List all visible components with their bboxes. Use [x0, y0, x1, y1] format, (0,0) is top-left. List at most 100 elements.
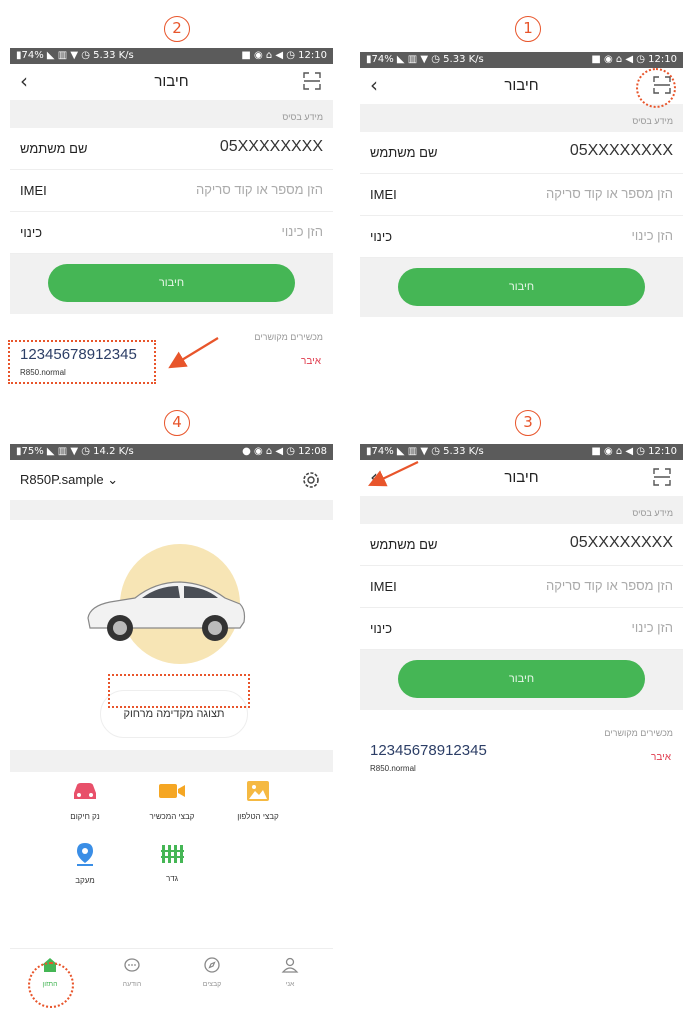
status-left: ▮74% ◣ ▥ ▼ ◷ 5.33 K/s [366, 54, 484, 65]
highlight-scan-circle [636, 68, 676, 108]
imei-row: IMEI הזן מספר או קוד סריקה [360, 174, 683, 216]
step-number-4: 4 [164, 410, 190, 436]
remove-device-button[interactable]: איבר [301, 356, 321, 367]
panel-step-3: ▮74% ◣ ▥ ▼ ◷ 5.33 K/s ■ ◉ ⌂ ◀ ◷ 12:10 ‹ … [360, 444, 683, 804]
username-label: שם משתמש [20, 141, 88, 156]
button-area: חיבור [360, 650, 683, 710]
nickname-input[interactable]: הזן כינוי [632, 620, 673, 635]
imei-input[interactable]: הזן מספר או קוד סריקה [546, 578, 673, 593]
function-parking[interactable]: נק חיקום [45, 779, 125, 821]
page-title: חיבור [504, 77, 539, 94]
remove-device-button[interactable]: איבר [651, 752, 671, 763]
home-header: R850P.sample ⌄ [10, 460, 333, 500]
step-number-2: 2 [164, 16, 190, 42]
nav-bar: ‹ חיבור [360, 68, 683, 104]
video-icon [159, 784, 185, 798]
nickname-row: כינוי הזן כינוי [360, 216, 683, 258]
button-area: חיבור [10, 254, 333, 314]
highlight-home-tab-circle [28, 962, 74, 1008]
car-display [10, 520, 333, 690]
tab-label: הודעה [122, 981, 142, 988]
imei-label: IMEI [20, 183, 47, 198]
linked-devices-label: מכשירים מקושרים [604, 728, 673, 738]
tab-message[interactable]: הודעה [102, 957, 162, 988]
fence-icon [161, 845, 184, 863]
device-model: R850.normal [370, 764, 416, 773]
device-id: 12345678912345 [370, 742, 487, 759]
tab-files[interactable]: קבצים [182, 957, 242, 988]
nickname-input[interactable]: הזן כינוי [282, 224, 323, 239]
car-image [87, 581, 246, 641]
highlight-preview-box [108, 674, 250, 708]
status-left: ▮74% ◣ ▥ ▼ ◷ 5.33 K/s [366, 446, 484, 457]
function-tracking[interactable]: מעקב [45, 841, 125, 885]
imei-input[interactable]: הזן מספר או קוד סריקה [546, 186, 673, 201]
function-label: קבצי המכשיר [149, 812, 195, 821]
connect-button[interactable]: חיבור [48, 264, 295, 302]
message-icon [124, 958, 140, 972]
username-value[interactable]: 05XXXXXXXX [570, 142, 673, 160]
username-row: שם משתמש 05XXXXXXXX [360, 132, 683, 174]
gear-icon[interactable] [301, 470, 321, 490]
username-value[interactable]: 05XXXXXXXX [220, 138, 323, 156]
nickname-label: כינוי [370, 229, 393, 244]
function-label: מעקב [75, 876, 95, 885]
image-icon [247, 781, 269, 801]
car-icon [74, 783, 96, 799]
function-label: נק חיקום [70, 812, 100, 821]
function-fence[interactable]: גדר [132, 841, 212, 883]
nickname-row: כינוי הזן כינוי [360, 608, 683, 650]
function-label: קבצי הטלפון [237, 812, 279, 821]
username-label: שם משתמש [370, 145, 438, 160]
device-selector[interactable]: R850P.sample ⌄ [20, 472, 118, 488]
scan-icon[interactable] [653, 468, 671, 486]
function-device-files[interactable]: קבצי המכשיר [132, 779, 212, 821]
nickname-row: כינוי הזן כינוי [10, 212, 333, 254]
username-row: שם משתמש 05XXXXXXXX [10, 128, 333, 170]
section-basic-info: מידע בסיס [10, 100, 333, 128]
username-value[interactable]: 05XXXXXXXX [570, 534, 673, 552]
tab-label: אני [285, 981, 295, 988]
imei-row: IMEI הזן מספר או קוד סריקה [360, 566, 683, 608]
status-right: ■ ◉ ⌂ ◀ ◷ 12:10 [591, 54, 677, 65]
connect-button[interactable]: חיבור [398, 660, 645, 698]
location-pin-icon [77, 843, 93, 866]
scan-icon[interactable] [303, 72, 321, 90]
divider-band [10, 750, 333, 772]
status-bar: ▮74% ◣ ▥ ▼ ◷ 5.33 K/s ■ ◉ ⌂ ◀ ◷ 12:10 [360, 444, 683, 460]
linked-device-item[interactable]: 12345678912345 R850.normal איבר [360, 742, 683, 786]
status-bar: ▮74% ◣ ▥ ▼ ◷ 5.33 K/s ■ ◉ ⌂ ◀ ◷ 12:10 [10, 48, 333, 64]
status-bar: ▮74% ◣ ▥ ▼ ◷ 5.33 K/s ■ ◉ ⌂ ◀ ◷ 12:10 [360, 52, 683, 68]
nickname-input[interactable]: הזן כינוי [632, 228, 673, 243]
function-label: גדר [165, 874, 179, 883]
page-title: חיבור [154, 73, 189, 90]
panel-step-4: ▮75% ◣ ▥ ▼ ◷ 14.2 K/s ● ◉ ⌂ ◀ ◷ 12:08 R8… [10, 444, 333, 1004]
button-area: חיבור [360, 258, 683, 317]
username-row: שם משתמש 05XXXXXXXX [360, 524, 683, 566]
highlight-device-box [8, 340, 156, 384]
panel-step-1: ▮74% ◣ ▥ ▼ ◷ 5.33 K/s ■ ◉ ⌂ ◀ ◷ 12:10 ‹ … [360, 52, 683, 317]
nickname-label: כינוי [370, 621, 393, 636]
section-basic-info: מידע בסיס [360, 104, 683, 132]
status-right: ■ ◉ ⌂ ◀ ◷ 12:10 [241, 50, 327, 61]
connect-button[interactable]: חיבור [398, 268, 645, 306]
status-right: ■ ◉ ⌂ ◀ ◷ 12:10 [591, 446, 677, 457]
status-right: ● ◉ ⌂ ◀ ◷ 12:08 [242, 446, 327, 457]
user-icon [281, 957, 299, 973]
status-left: ▮75% ◣ ▥ ▼ ◷ 14.2 K/s [16, 446, 134, 457]
compass-icon [204, 957, 220, 973]
nav-bar: ‹ חיבור [10, 64, 333, 100]
divider-band [10, 500, 333, 520]
tab-me[interactable]: אני [260, 957, 320, 988]
step-number-1: 1 [515, 16, 541, 42]
imei-label: IMEI [370, 579, 397, 594]
nav-bar: ‹ חיבור [360, 460, 683, 496]
nickname-label: כינוי [20, 225, 43, 240]
tab-label: קבצים [202, 981, 222, 988]
username-label: שם משתמש [370, 537, 438, 552]
status-left: ▮74% ◣ ▥ ▼ ◷ 5.33 K/s [16, 50, 134, 61]
imei-row: IMEI הזן מספר או קוד סריקה [10, 170, 333, 212]
status-bar: ▮75% ◣ ▥ ▼ ◷ 14.2 K/s ● ◉ ⌂ ◀ ◷ 12:08 [10, 444, 333, 460]
imei-input[interactable]: הזן מספר או קוד סריקה [196, 182, 323, 197]
function-phone-files[interactable]: קבצי הטלפון [218, 779, 298, 821]
